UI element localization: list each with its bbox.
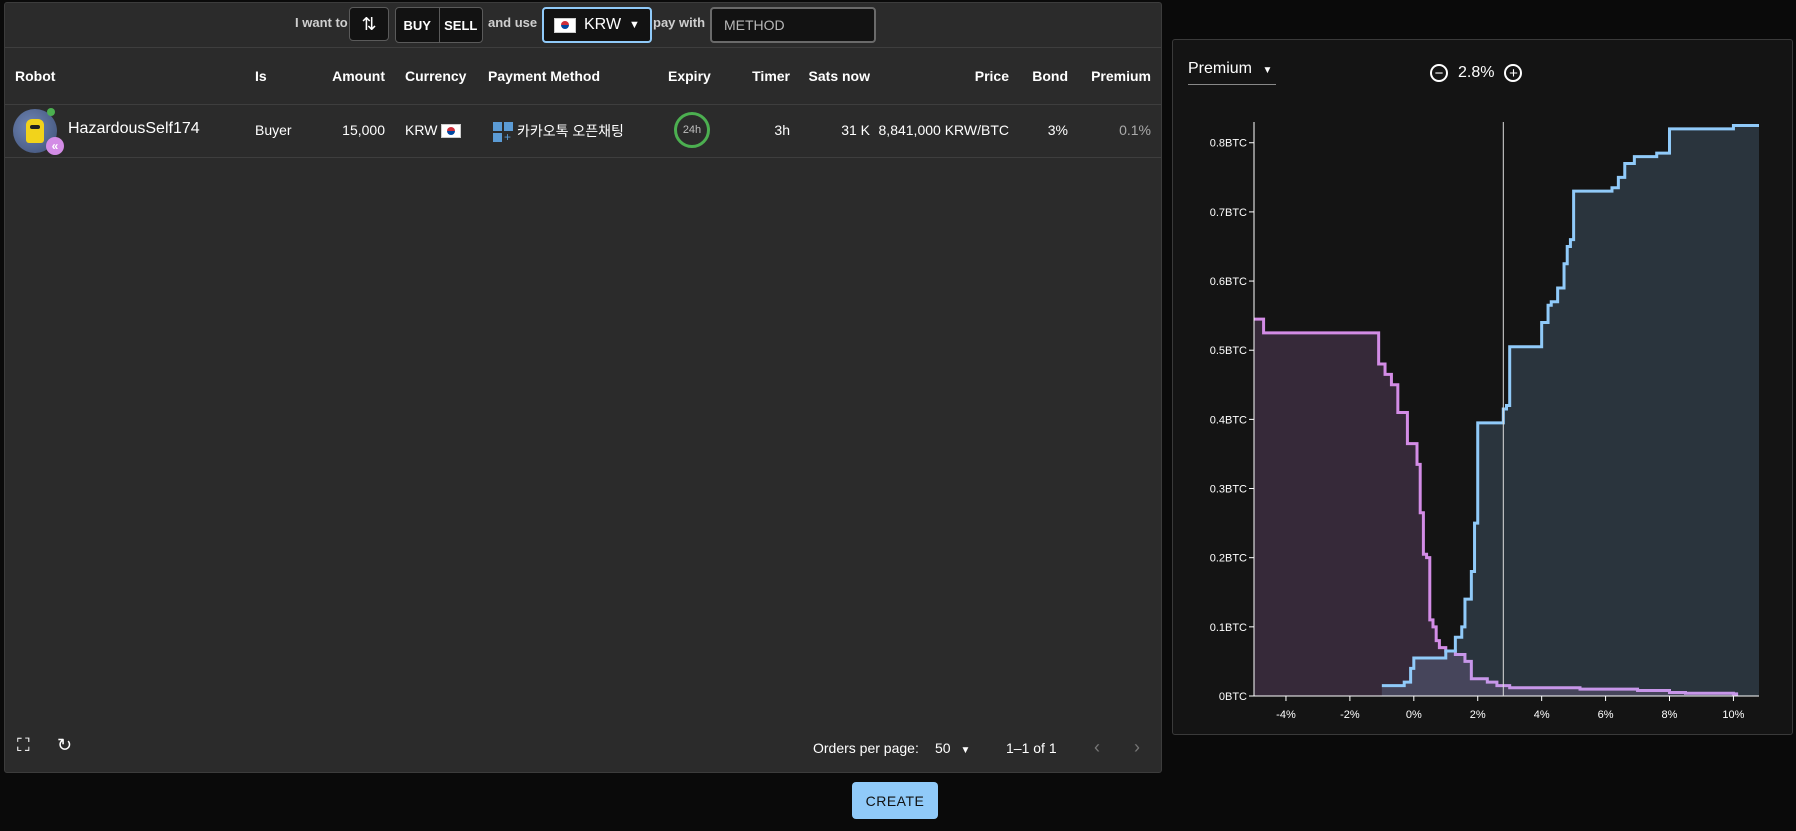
swap-button[interactable]: ⇅ <box>349 7 389 41</box>
next-page-icon[interactable]: › <box>1134 737 1140 758</box>
x-tick-label: 4% <box>1534 709 1550 721</box>
order-book-panel: I want to ⇅ BUY SELL and use KRW ▼ pay w… <box>4 2 1162 773</box>
col-is[interactable]: Is <box>255 68 267 84</box>
swap-icon: ⇅ <box>361 13 377 34</box>
col-amount[interactable]: Amount <box>332 68 385 84</box>
online-status-icon <box>47 108 55 116</box>
col-premium[interactable]: Premium <box>1091 68 1151 84</box>
payment-method-icon: + <box>493 122 513 143</box>
y-tick-label: 0.2BTC <box>1210 553 1247 565</box>
depth-chart[interactable]: 0BTC 0.1BTC 0.2BTC 0.3BTC 0.4BTC 0.5BTC 0.6BTC… <box>1173 40 1792 734</box>
col-price[interactable]: Price <box>975 68 1009 84</box>
orders-per-page-select[interactable]: 50 ▼ <box>935 740 970 756</box>
y-tick-label: 0.8BTC <box>1210 138 1247 150</box>
y-tick-label: 0.1BTC <box>1210 622 1247 634</box>
previous-page-icon[interactable]: ‹ <box>1094 737 1100 758</box>
order-side: Buyer <box>255 122 292 138</box>
create-button[interactable]: CREATE <box>852 782 938 819</box>
and-use-label: and use <box>488 15 538 30</box>
x-tick-label: 8% <box>1662 709 1678 721</box>
robot-icon <box>26 119 44 143</box>
order-amount: 15,000 <box>342 122 385 138</box>
col-currency[interactable]: Currency <box>405 68 466 84</box>
order-sats-now: 31 K <box>841 122 870 138</box>
chevron-down-icon: ▼ <box>629 19 640 31</box>
order-payment-method: 카카오톡 오픈채팅 <box>517 123 624 139</box>
korea-flag-icon <box>554 17 576 33</box>
expiry-indicator: 24h <box>674 112 710 148</box>
col-robot[interactable]: Robot <box>15 68 55 84</box>
pay-with-label: pay with <box>653 15 706 30</box>
depth-chart-panel: Premium ▼ − 2.8% + 0BTC 0.1BTC 0.2BTC 0.3BT… <box>1172 39 1793 735</box>
sell-button[interactable]: SELL <box>438 8 483 42</box>
table-header: Robot Is Amount Currency Payment Method … <box>5 48 1161 105</box>
y-tick-label: 0.6BTC <box>1210 276 1247 288</box>
order-timer: 3h <box>774 122 790 138</box>
i-want-to-label: I want to <box>295 15 348 30</box>
buy-sell-toggle: BUY SELL <box>395 7 483 43</box>
order-currency: KRW <box>405 122 462 139</box>
filter-bar: I want to ⇅ BUY SELL and use KRW ▼ pay w… <box>5 3 1161 48</box>
col-bond[interactable]: Bond <box>1032 68 1068 84</box>
orders-per-page-value: 50 <box>935 740 951 756</box>
y-tick-label: 0BTC <box>1219 691 1247 703</box>
payment-method-input[interactable]: METHOD <box>710 7 876 43</box>
y-tick-label: 0.4BTC <box>1210 414 1247 426</box>
y-tick-label: 0.3BTC <box>1210 484 1247 496</box>
fullscreen-icon[interactable]: ⛶ <box>17 735 30 756</box>
refresh-icon[interactable]: ↻ <box>57 735 72 756</box>
col-timer[interactable]: Timer <box>752 68 790 84</box>
x-tick-label: 10% <box>1722 709 1744 721</box>
orders-per-page-label: Orders per page: <box>813 740 919 756</box>
currency-select[interactable]: KRW ▼ <box>542 7 652 43</box>
y-tick-label: 0.5BTC <box>1210 345 1247 357</box>
order-currency-code: KRW <box>405 122 438 138</box>
order-premium: 0.1% <box>1119 122 1151 138</box>
x-tick-label: 2% <box>1470 709 1486 721</box>
order-type-icon: « <box>46 137 64 155</box>
robot-name: HazardousSelf174 <box>68 120 200 137</box>
korea-flag-icon <box>441 124 462 139</box>
sell-depth-area <box>1381 125 1759 697</box>
x-tick-label: -2% <box>1340 709 1360 721</box>
col-sats-now[interactable]: Sats now <box>809 68 870 84</box>
order-price: 8,841,000 KRW/BTC <box>878 122 1009 138</box>
x-tick-label: 0% <box>1406 709 1422 721</box>
chevron-down-icon: ▼ <box>960 745 971 756</box>
col-payment-method[interactable]: Payment Method <box>488 68 600 84</box>
pagination-range: 1–1 of 1 <box>1006 740 1057 756</box>
y-tick-label: 0.7BTC <box>1210 207 1247 219</box>
x-tick-label: 6% <box>1598 709 1614 721</box>
order-bond: 3% <box>1047 122 1068 138</box>
currency-select-value: KRW <box>584 16 622 33</box>
buy-button[interactable]: BUY <box>396 8 439 42</box>
col-expiry[interactable]: Expiry <box>668 68 711 84</box>
table-row[interactable]: « HazardousSelf174 Buyer 15,000 KRW + 카카… <box>5 105 1161 158</box>
x-tick-label: -4% <box>1276 709 1296 721</box>
